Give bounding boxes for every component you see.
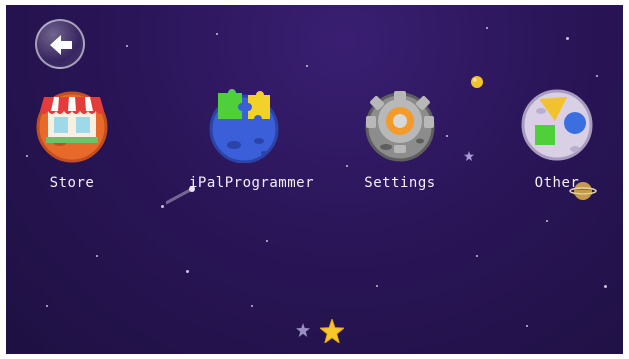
gear-planet-icon (360, 83, 440, 163)
app-label: iPalProgrammer (189, 175, 315, 191)
app-label: Settings (364, 175, 436, 191)
ringed-planet-icon (569, 182, 597, 200)
back-arrow-icon (50, 35, 72, 55)
small-star-icon (464, 151, 474, 161)
app-other[interactable]: Other (502, 83, 612, 191)
store-icon (32, 83, 112, 163)
app-store[interactable]: Store (17, 83, 127, 191)
puzzle-planet-icon (204, 83, 284, 164)
home-screen: Store iPalProgrammer Settings Other (6, 5, 623, 354)
back-button[interactable] (35, 19, 85, 69)
app-ipal-programmer[interactable]: iPalProgrammer (189, 83, 315, 191)
yellow-moon-icon (471, 76, 483, 88)
app-settings[interactable]: Settings (345, 83, 455, 191)
page-dot-active-icon[interactable] (320, 319, 344, 343)
page-dot-inactive-icon[interactable] (296, 323, 310, 337)
shapes-planet-icon (517, 83, 597, 163)
app-label: Store (49, 175, 95, 191)
